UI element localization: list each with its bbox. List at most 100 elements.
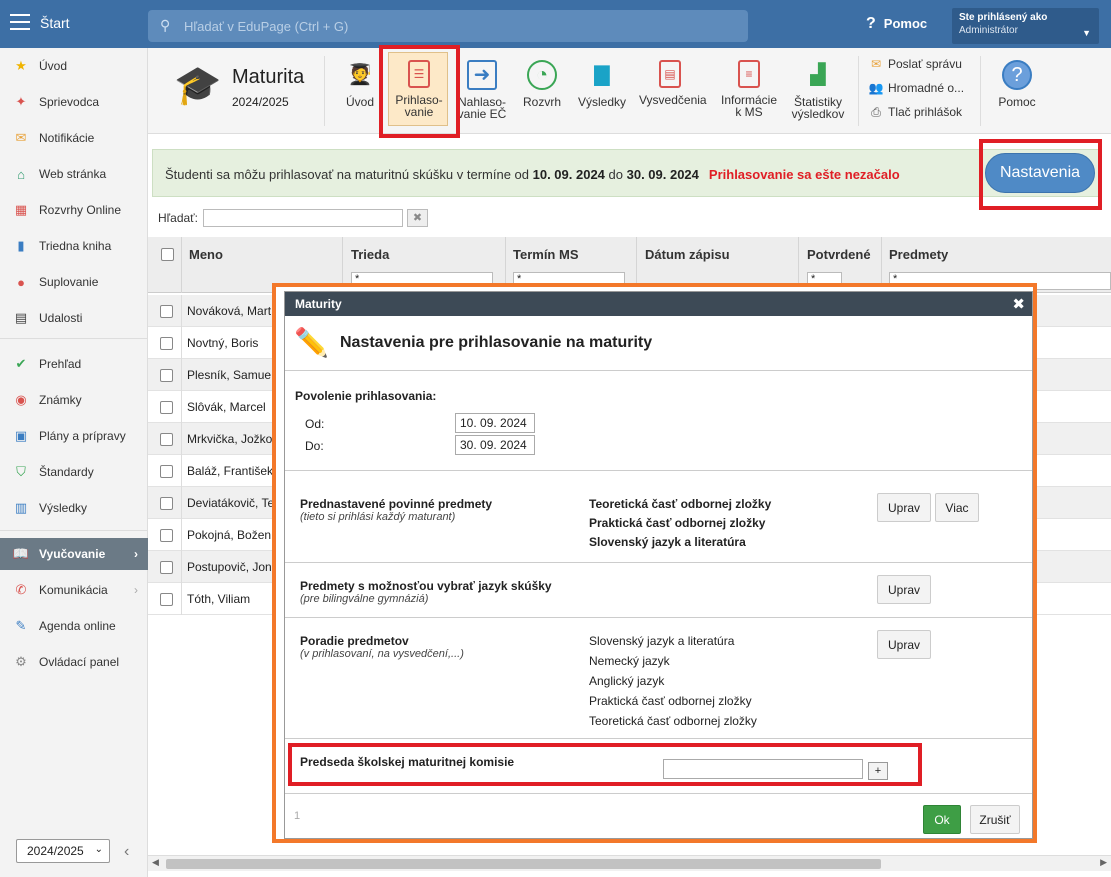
search-placeholder: Hľadať v EduPage (Ctrl + G) xyxy=(184,19,349,34)
sidebar-item-label: Plány a prípravy xyxy=(39,429,126,443)
small-link-label: Hromadné o... xyxy=(888,81,965,95)
sidebar-item-znamky[interactable]: ◉ Známky xyxy=(0,385,148,415)
menu-icon[interactable] xyxy=(10,14,30,30)
row-checkbox[interactable] xyxy=(160,561,173,574)
tab-nahlasovanie[interactable]: ➜ Nahlaso- vanie EČ xyxy=(451,58,513,130)
column-header-meno[interactable]: Meno xyxy=(189,247,223,262)
sidebar-item-standardy[interactable]: ⛉ Štandardy xyxy=(0,457,148,487)
tab-vysledky[interactable]: ▇ Výsledky xyxy=(571,58,633,130)
sidebar-divider xyxy=(0,530,148,531)
print-link[interactable]: ⎙ Tlač prihlášok xyxy=(868,105,962,120)
shield-icon: ⛉ xyxy=(16,464,26,479)
year-select[interactable]: 2024/2025 ⌄ xyxy=(16,839,110,863)
column-divider xyxy=(181,423,182,455)
scroll-right-icon[interactable]: ▶ xyxy=(1100,857,1107,868)
grid-icon: ▦ xyxy=(14,202,28,217)
tab-informacie[interactable]: ≡ Informácie k MS xyxy=(718,58,780,130)
sidebar-item-vyucovanie[interactable]: 📖 Vyučovanie › xyxy=(0,538,148,570)
column-header-datum[interactable]: Dátum zápisu xyxy=(645,247,730,262)
row-checkbox[interactable] xyxy=(160,465,173,478)
sidebar-item-sprievodca[interactable]: ✦ Sprievodca xyxy=(0,87,148,117)
sidebar-item-vysledky[interactable]: ▥ Výsledky xyxy=(0,493,148,523)
horizontal-scrollbar[interactable]: ◀ ▶ xyxy=(148,855,1111,871)
scrollbar-thumb[interactable] xyxy=(166,859,881,869)
close-icon[interactable]: ✖ xyxy=(1012,295,1025,313)
star-icon: ★ xyxy=(15,58,27,73)
column-divider xyxy=(181,237,182,293)
column-header-termin[interactable]: Termín MS xyxy=(513,247,579,262)
tab-label: Výsledky xyxy=(577,95,627,109)
toolbar-divider xyxy=(980,56,981,126)
row-checkbox[interactable] xyxy=(160,369,173,382)
sidebar-item-web[interactable]: ⌂ Web stránka xyxy=(0,159,148,189)
divider xyxy=(285,470,1032,471)
column-header-trieda[interactable]: Trieda xyxy=(351,247,389,262)
sidebar-item-agenda[interactable]: ✎ Agenda online xyxy=(0,611,148,641)
student-name: Novtný, Boris xyxy=(187,336,259,350)
sidebar-item-komunikacia[interactable]: ✆ Komunikácia › xyxy=(0,575,148,605)
sidebar-item-ovladaci-panel[interactable]: ⚙ Ovládací panel xyxy=(0,647,148,677)
sidebar-item-notifikacie[interactable]: ✉ Notifikácie xyxy=(0,123,148,153)
sidebar-divider xyxy=(0,338,148,339)
date-from-input[interactable]: 10. 09. 2024 xyxy=(455,413,535,433)
sidebar-item-rozvrhy[interactable]: ▦ Rozvrhy Online xyxy=(0,195,148,225)
banner-text: Študenti sa môžu prihlasovať na maturitn… xyxy=(165,167,900,182)
edit-preset-button[interactable]: Uprav xyxy=(877,493,931,522)
edit-order-button[interactable]: Uprav xyxy=(877,630,931,659)
cancel-button[interactable]: Zrušiť xyxy=(970,805,1020,834)
row-checkbox[interactable] xyxy=(160,529,173,542)
language-subjects-note: (pre bilingválne gymnáziá) xyxy=(300,593,429,605)
sidebar-item-uvod[interactable]: ★ Úvod xyxy=(0,51,148,81)
modal-highlight-frame: Maturity ✖ ✏️ Nastavenia pre prihlasovan… xyxy=(272,283,1037,843)
row-checkbox[interactable] xyxy=(160,401,173,414)
start-link[interactable]: Štart xyxy=(40,15,70,31)
do-label: Do: xyxy=(305,439,324,453)
envelope-icon: ✉ xyxy=(870,57,882,71)
group-icon: 👥 xyxy=(868,81,884,95)
question-icon: ? xyxy=(1002,60,1032,90)
tab-rozvrh[interactable]: ◔ Rozvrh xyxy=(511,58,573,130)
clear-filter-icon[interactable]: ✖ xyxy=(407,209,428,227)
send-message-link[interactable]: ✉ Poslať správu xyxy=(868,57,962,71)
row-checkbox[interactable] xyxy=(160,337,173,350)
search-input[interactable]: ⚲ Hľadať v EduPage (Ctrl + G) xyxy=(148,10,748,42)
column-divider xyxy=(181,327,182,359)
tab-vysvedcenia[interactable]: ▤ Vysvedčenia xyxy=(639,58,707,130)
column-header-potvrdene[interactable]: Potvrdené xyxy=(807,247,871,262)
more-button[interactable]: Viac xyxy=(935,493,979,522)
sidebar-item-plany[interactable]: ▣ Plány a prípravy xyxy=(0,421,148,451)
help-button[interactable]: ? Pomoc xyxy=(986,58,1048,130)
order-subject: Praktická časť odbornej zložky xyxy=(589,694,752,708)
order-subject: Teoretická časť odbornej zložky xyxy=(589,714,757,728)
dialog-title: Nastavenia pre prihlasovanie na maturity xyxy=(340,334,653,351)
row-checkbox[interactable] xyxy=(160,497,173,510)
edit-language-button[interactable]: Uprav xyxy=(877,575,931,604)
chevron-down-icon: ▼ xyxy=(1082,28,1091,38)
filter-input[interactable] xyxy=(203,209,403,227)
date-to-input[interactable]: 30. 09. 2024 xyxy=(455,435,535,455)
help-link[interactable]: ? Pomoc xyxy=(866,15,927,33)
certificate-icon: ▤ xyxy=(659,60,681,88)
stats-icon: ▟ xyxy=(810,64,826,86)
sidebar-item-triedna-kniha[interactable]: ▮ Triedna kniha xyxy=(0,231,148,261)
scroll-left-icon[interactable]: ◀ xyxy=(152,857,159,868)
sidebar-item-udalosti[interactable]: ▤ Udalosti xyxy=(0,303,148,333)
column-header-predmety[interactable]: Predmety xyxy=(889,247,948,262)
row-checkbox[interactable] xyxy=(160,593,173,606)
module-toolbar: 🎓 Maturita 2024/2025 🧑‍🎓 Úvod ☰ Prihlaso- … xyxy=(148,48,1111,134)
collapse-sidebar-icon[interactable]: ‹ xyxy=(124,843,129,861)
graduation-cap-icon: 🎓 xyxy=(174,65,222,107)
row-checkbox[interactable] xyxy=(160,305,173,318)
sidebar-item-label: Suplovanie xyxy=(39,275,99,289)
select-all-checkbox[interactable] xyxy=(161,248,174,261)
permission-label: Povolenie prihlasovania: xyxy=(295,389,437,403)
row-checkbox[interactable] xyxy=(160,433,173,446)
sidebar-item-suplovanie[interactable]: ● Suplovanie xyxy=(0,267,148,297)
bulk-link[interactable]: 👥 Hromadné o... xyxy=(868,81,965,95)
ok-button[interactable]: Ok xyxy=(923,805,961,834)
banner-text-pre: Študenti sa môžu prihlasovať na maturitn… xyxy=(165,167,533,182)
user-menu[interactable]: Ste prihlásený ako Administrátor ▼ xyxy=(952,8,1099,44)
sidebar-item-prehlad[interactable]: ✔ Prehľad xyxy=(0,349,148,379)
tab-statistiky[interactable]: ▟ Štatistiky výsledkov xyxy=(787,58,849,130)
column-divider xyxy=(181,551,182,583)
